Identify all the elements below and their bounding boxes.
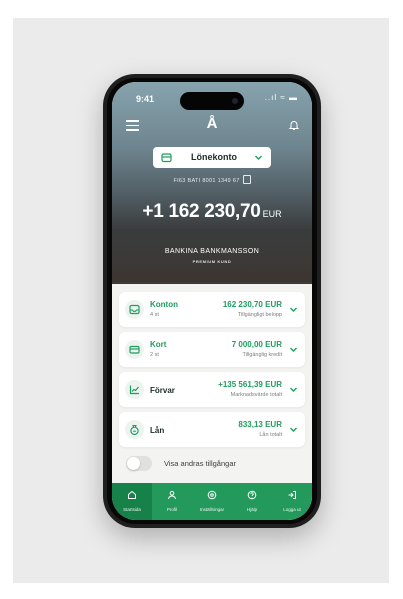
asset-note: Tillgängligt belopp (237, 312, 282, 318)
tab-profil[interactable]: Profil (152, 483, 192, 520)
asset-note: Tillgänglig kredit (242, 352, 282, 358)
chevron-down-icon (290, 307, 297, 312)
home-icon (128, 490, 136, 499)
account-name: Lönekonto (191, 152, 237, 162)
asset-value: 162 230,70 EUR (222, 300, 282, 309)
bell-icon[interactable] (288, 119, 300, 131)
dynamic-island (180, 92, 244, 110)
loan-icon (130, 424, 139, 435)
account-iban-row: FI63 BATI 8001 1349 67 (112, 175, 312, 184)
asset-label: Kort (150, 340, 167, 349)
camera-icon (232, 98, 238, 104)
balance-amount: +1 162 230,70 (142, 201, 261, 222)
asset-value: 833,13 EUR (238, 420, 282, 429)
asset-row-kort[interactable]: Kort 2 st 7 000,00 EUR Tillgänglig kredi… (119, 332, 305, 367)
copy-icon[interactable] (242, 175, 251, 184)
show-others-toggle-row: Visa andras tillgångar (126, 456, 306, 472)
tab-label: Logga ut (283, 507, 301, 512)
bottom-tab-bar: Startsida Profil Inställningar Hjälp Log… (112, 483, 312, 520)
tab-label: Profil (166, 507, 178, 512)
asset-value: +135 561,39 EUR (218, 380, 282, 389)
show-others-label: Visa andras tillgångar (164, 459, 236, 468)
tab-installningar[interactable]: Inställningar (192, 483, 232, 520)
hero-header: 9:41 ..ıl ≈ ▬ Å Lönekonto FI63 BATI 8001… (112, 82, 312, 284)
status-time: 9:41 (136, 94, 155, 104)
account-iban: FI63 BATI 8001 1349 67 (173, 178, 240, 184)
chart-icon (129, 385, 139, 395)
hero-landscape (112, 250, 312, 284)
chevron-down-icon (290, 387, 297, 392)
asset-row-konton[interactable]: Konton 4 st 162 230,70 EUR Tillgängligt … (119, 292, 305, 327)
tab-label: Hjälp (246, 507, 258, 512)
asset-label: Lån (150, 426, 165, 435)
card-icon (129, 345, 140, 354)
asset-label: Konton (150, 300, 178, 309)
asset-count: 4 st (150, 312, 159, 318)
logout-icon (288, 491, 296, 499)
help-icon (247, 490, 257, 500)
tab-startsida[interactable]: Startsida (112, 483, 152, 520)
tab-hjalp[interactable]: Hjälp (232, 483, 272, 520)
transfer-icon (207, 490, 217, 500)
phone-frame: 9:41 ..ıl ≈ ▬ Å Lönekonto FI63 BATI 8001… (103, 74, 321, 528)
asset-note: Marknadsvärde totalt (230, 392, 282, 398)
customer-tier: PREMIUM KUND (192, 259, 232, 264)
phone-screen: 9:41 ..ıl ≈ ▬ Å Lönekonto FI63 BATI 8001… (112, 82, 312, 520)
chevron-down-icon (290, 347, 297, 352)
balance: +1 162 230,70 EUR (112, 201, 312, 223)
account-selector[interactable]: Lönekonto (153, 147, 271, 168)
wallet-icon (161, 153, 172, 163)
asset-value: 7 000,00 EUR (231, 340, 282, 349)
bank-logo: Å (206, 115, 218, 132)
balance-currency: EUR (262, 209, 282, 219)
toggle-knob (127, 457, 140, 470)
inbox-icon (129, 304, 140, 315)
status-bar: 9:41 ..ıl ≈ ▬ (112, 82, 312, 110)
chevron-down-icon (290, 427, 297, 432)
asset-count: 2 st (150, 352, 159, 358)
asset-note: Lån totalt (259, 432, 282, 438)
menu-icon[interactable] (126, 120, 139, 131)
tab-logga-ut[interactable]: Logga ut (272, 483, 312, 520)
asset-label: Förvar (150, 386, 175, 395)
account-holder: BANKINA BANKMANSSON (164, 248, 260, 255)
tab-label: Startsida (123, 507, 141, 512)
show-others-toggle[interactable] (126, 456, 152, 471)
chevron-down-icon (255, 155, 262, 160)
profile-icon (168, 490, 176, 500)
status-icons: ..ıl ≈ ▬ (264, 93, 298, 102)
tab-label: Inställningar (199, 507, 225, 512)
asset-row-lan[interactable]: Lån 833,13 EUR Lån totalt (119, 412, 305, 447)
asset-row-forvar[interactable]: Förvar +135 561,39 EUR Marknadsvärde tot… (119, 372, 305, 407)
